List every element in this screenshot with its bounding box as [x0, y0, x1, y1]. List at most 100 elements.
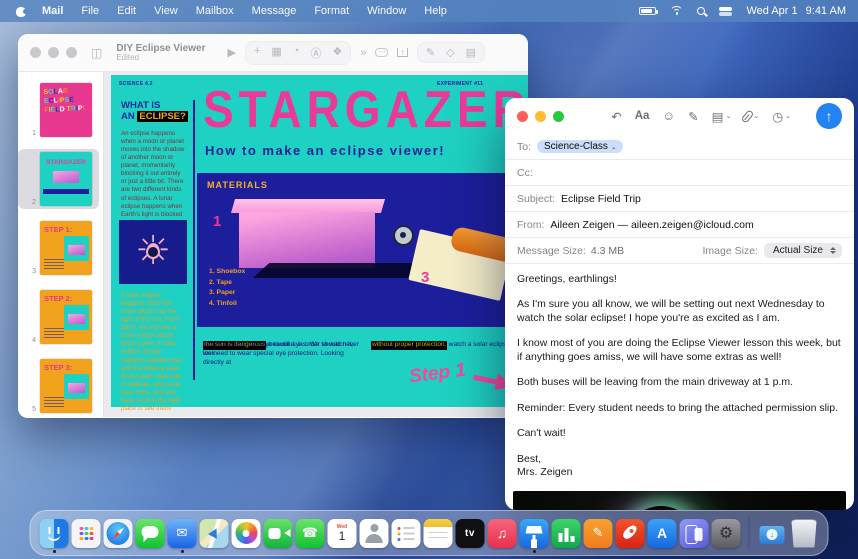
more-toolbar-icon[interactable]: » — [360, 47, 366, 59]
menu-edit[interactable]: Edit — [117, 5, 136, 17]
chart-button[interactable]: ◔ — [293, 45, 300, 61]
comment-button[interactable]: ⋯ — [375, 48, 388, 57]
image-size-select[interactable]: Actual Size — [764, 243, 842, 258]
minimize-button[interactable] — [48, 47, 59, 58]
close-button[interactable] — [30, 47, 41, 58]
menu-message[interactable]: Message — [252, 5, 297, 17]
cc-field[interactable]: Cc: — [505, 160, 854, 186]
dock-item-iphone-mirroring[interactable] — [680, 516, 709, 550]
dock: ✉ ☎Wed1 tv♫ ✎ A ⚙ — [30, 510, 829, 556]
attach-button[interactable]: ⌄ — [744, 110, 759, 123]
format-button[interactable]: ✎ — [426, 46, 435, 59]
dock-item-downloads[interactable] — [758, 516, 787, 550]
dock-item-system-settings[interactable]: ⚙ — [712, 516, 741, 550]
emoji-icon[interactable]: ☺ — [662, 109, 675, 123]
play-button[interactable]: ▶ — [227, 46, 235, 59]
slide-number: 5 — [18, 406, 36, 413]
dock-item-photos[interactable] — [232, 516, 261, 550]
dock-item-safari[interactable] — [104, 516, 133, 550]
dock-item-reminders[interactable] — [392, 516, 421, 550]
slide-thumb-1[interactable]: 1SOLAR ECLIPSE FIELD TRIP! — [18, 80, 99, 140]
zoom-button[interactable] — [66, 47, 77, 58]
callout-3: 3 — [421, 269, 429, 286]
menu-mailbox[interactable]: Mailbox — [196, 5, 234, 17]
dock-item-music[interactable]: ♫ — [488, 516, 517, 550]
slide-thumb-3[interactable]: 3STEP 1: — [18, 218, 99, 278]
menu-file[interactable]: File — [81, 5, 99, 17]
trash-icon — [790, 519, 819, 548]
slide-thumbnail-art: SOLAR ECLIPSE FIELD TRIP! — [40, 83, 92, 137]
dock-item-maps[interactable] — [200, 516, 229, 550]
maps-icon — [200, 519, 229, 548]
spotlight-search-icon[interactable] — [697, 7, 705, 15]
phone-icon: ☎ — [296, 519, 325, 548]
slide-canvas[interactable]: SCIENCE 4.2 EXPERIMENT #11 WHAT IS AN EC… — [104, 72, 528, 417]
recipient-token[interactable]: Science-Class⌄ — [537, 140, 623, 153]
undo-icon[interactable]: ↶ — [611, 109, 621, 124]
dock-item-tv[interactable]: tv — [456, 516, 485, 550]
downloads-icon — [758, 519, 787, 548]
dock-item-numbers[interactable] — [552, 516, 581, 550]
schedule-send-button[interactable]: ◷⌄ — [772, 109, 791, 124]
control-center-icon[interactable] — [719, 7, 732, 16]
battery-icon[interactable] — [639, 7, 656, 15]
menu-help[interactable]: Help — [424, 5, 447, 17]
format-text-icon[interactable]: Aa — [635, 110, 650, 122]
table-button[interactable]: ▦ — [271, 45, 281, 61]
dock-item-contacts[interactable] — [360, 516, 389, 550]
schedule-send-icon: ◷ — [772, 109, 783, 124]
to-field[interactable]: To: Science-Class⌄ — [505, 134, 854, 160]
eclipse-photo-attachment[interactable] — [513, 491, 846, 510]
mail-window-controls[interactable] — [517, 111, 564, 122]
share-button[interactable]: ↑ — [397, 48, 408, 57]
dock-item-finder[interactable] — [40, 516, 69, 550]
document-button[interactable]: ▤ — [466, 46, 476, 59]
sidebar-toggle-icon[interactable]: ◫ — [91, 46, 102, 60]
notes-icon — [424, 519, 453, 548]
from-field[interactable]: From: Aileen Zeigen — aileen.zeigen@iclo… — [505, 212, 854, 238]
mail-message-body[interactable]: Greetings, earthlings!As I'm sure you al… — [505, 264, 854, 479]
writing-tools-icon[interactable]: ✎ — [688, 109, 698, 124]
send-button[interactable]: ↑ — [816, 103, 842, 129]
menu-view[interactable]: View — [154, 5, 178, 17]
menu-window[interactable]: Window — [367, 5, 406, 17]
header-fields-button[interactable]: ▤⌄ — [712, 109, 732, 124]
launchpad-icon — [72, 519, 101, 548]
shape-button[interactable]: ❖ — [332, 45, 342, 61]
image-size-value: Actual Size — [773, 245, 823, 256]
mail-compose-window[interactable]: ↶ Aa ☺ ✎ ▤⌄ ⌄ ◷⌄ ↑ To: Science-Class⌄ Cc… — [505, 98, 854, 510]
menu-mail[interactable]: Mail — [42, 5, 63, 17]
size-row: Message Size: 4.3 MB Image Size: Actual … — [505, 238, 854, 264]
wifi-icon[interactable] — [670, 6, 683, 16]
keynote-window[interactable]: ◫ DIY Eclipse Viewer Edited ▶ + ▦ ◔ Ⓐ ❖ … — [18, 34, 528, 418]
slide[interactable]: SCIENCE 4.2 EXPERIMENT #11 WHAT IS AN EC… — [111, 75, 528, 407]
menu-clock[interactable]: Wed Apr 1 9:41 AM — [746, 5, 846, 17]
keynote-window-controls[interactable] — [30, 47, 77, 58]
dock-item-app-store[interactable]: A — [648, 516, 677, 550]
dock-item-notes[interactable] — [424, 516, 453, 550]
running-indicator — [53, 550, 56, 553]
insert-button[interactable]: + — [254, 45, 260, 61]
dock-item-launchpad[interactable] — [72, 516, 101, 550]
dock-item-phone[interactable]: ☎ — [296, 516, 325, 550]
dock-item-facetime[interactable] — [264, 516, 293, 550]
dock-item-messages[interactable] — [136, 516, 165, 550]
slide-thumb-4[interactable]: 4STEP 2: — [18, 287, 99, 347]
apple-menu-icon[interactable] — [16, 5, 26, 17]
text-button[interactable]: Ⓐ — [310, 45, 321, 61]
zoom-button[interactable] — [553, 111, 564, 122]
menu-format[interactable]: Format — [314, 5, 349, 17]
dock-item-pages[interactable]: ✎ — [584, 516, 613, 550]
close-button[interactable] — [517, 111, 528, 122]
animate-button[interactable]: ◇ — [446, 46, 454, 59]
minimize-button[interactable] — [535, 111, 546, 122]
dock-item-keynote[interactable] — [520, 516, 549, 550]
dock-item-trash[interactable] — [790, 516, 819, 550]
slide-thumb-2[interactable]: 2STARGAZER — [18, 149, 99, 209]
dock-item-calendar[interactable]: Wed1 — [328, 516, 357, 550]
slide-thumb-5[interactable]: 5STEP 3: — [18, 356, 99, 416]
dock-item-mail[interactable]: ✉ — [168, 516, 197, 550]
calendar-icon: Wed1 — [328, 519, 357, 548]
subject-field[interactable]: Subject: Eclipse Field Trip — [505, 186, 854, 212]
dock-item-schoolwork[interactable] — [616, 516, 645, 550]
